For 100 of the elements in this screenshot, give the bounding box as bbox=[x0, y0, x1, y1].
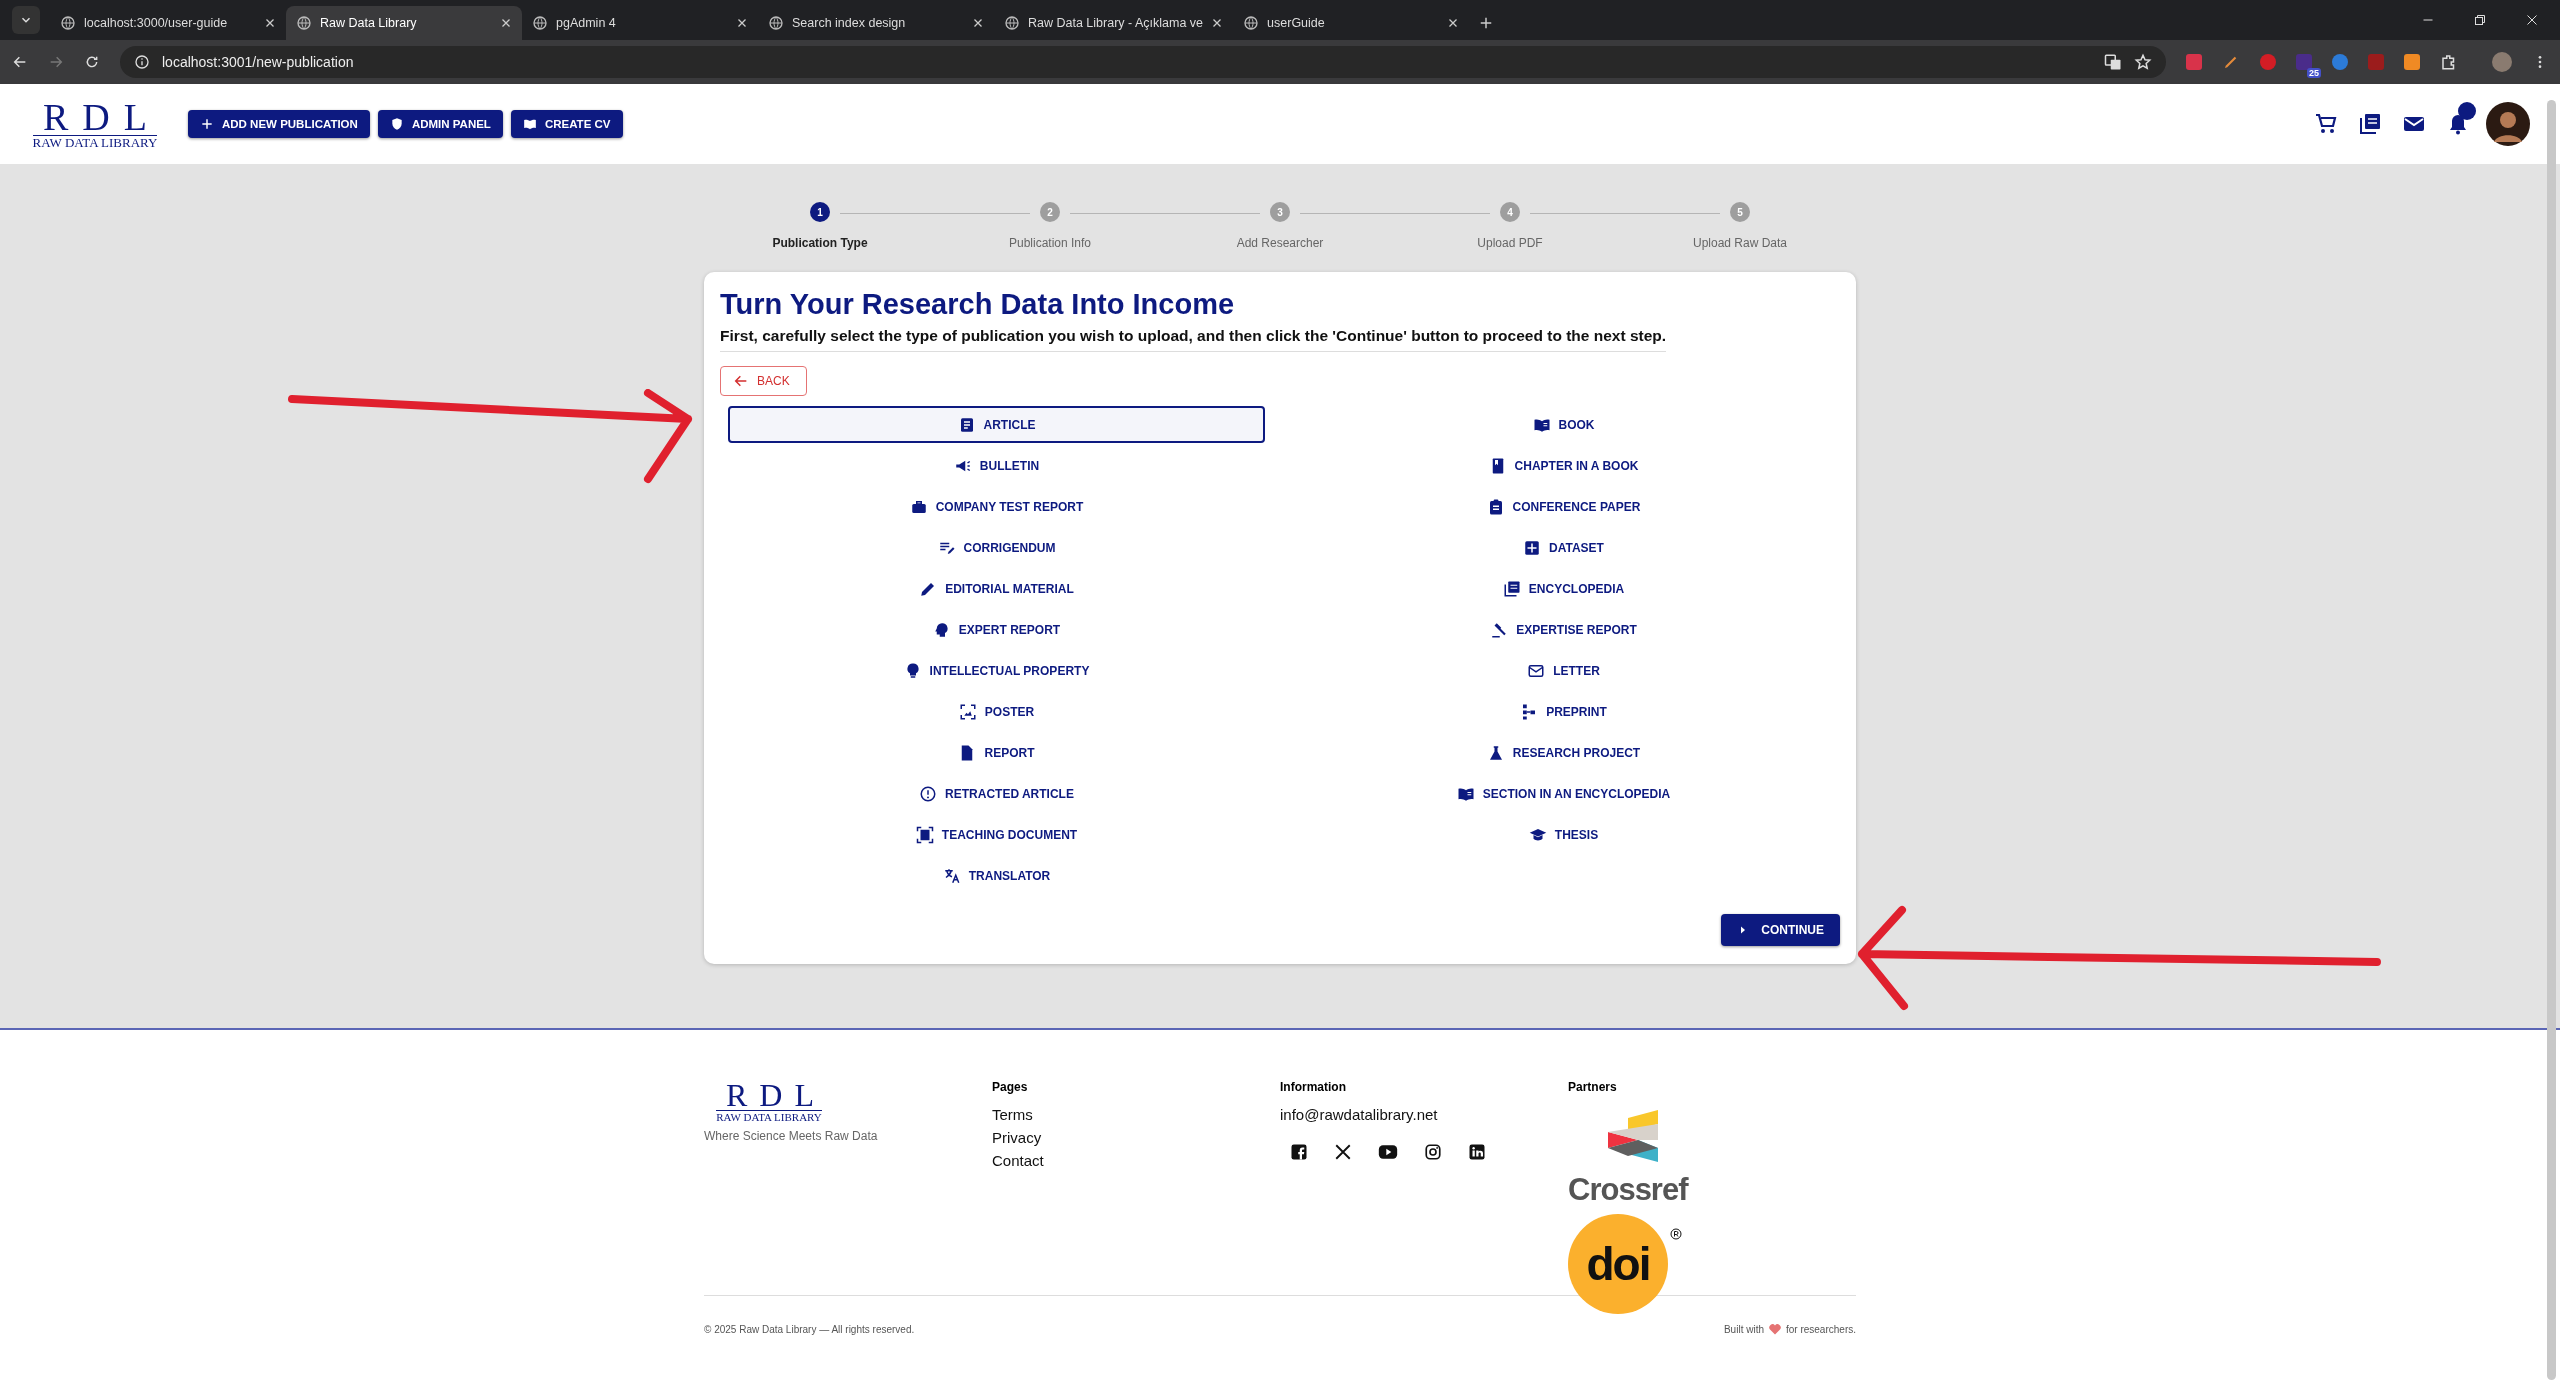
publication-type-option[interactable]: TRANSLATOR bbox=[728, 857, 1265, 894]
footer-link[interactable]: Terms bbox=[992, 1106, 1033, 1123]
step-number: 2 bbox=[1040, 202, 1060, 222]
close-icon[interactable] bbox=[500, 17, 512, 29]
play-button-icon[interactable] bbox=[1378, 1144, 1398, 1160]
scrollbar[interactable] bbox=[2547, 100, 2556, 1380]
profile-avatar[interactable] bbox=[2492, 52, 2512, 72]
publication-type-option[interactable]: EDITORIAL MATERIAL bbox=[728, 570, 1265, 607]
publication-type-option[interactable]: REPORT bbox=[728, 734, 1265, 771]
tab-list-button[interactable] bbox=[12, 6, 40, 34]
publication-type-option[interactable]: ENCYCLOPEDIA bbox=[1295, 570, 1832, 607]
site-logo[interactable]: RDL RAW DATA LIBRARY bbox=[20, 98, 170, 150]
open-book-icon bbox=[522, 117, 537, 131]
browser-tab[interactable]: Search index design bbox=[758, 6, 994, 40]
credit-text: for researchers. bbox=[1785, 1324, 1856, 1335]
reload-icon[interactable] bbox=[84, 54, 100, 70]
step-number: 4 bbox=[1500, 202, 1520, 222]
continue-button[interactable]: CONTINUE bbox=[1721, 914, 1840, 946]
close-icon[interactable] bbox=[264, 17, 276, 29]
publication-type-option[interactable]: BULLETIN bbox=[728, 447, 1265, 484]
nav-button[interactable]: ADMIN PANEL bbox=[377, 110, 503, 138]
star-icon[interactable] bbox=[2134, 53, 2152, 71]
footer-heading: Pages bbox=[992, 1080, 1028, 1094]
footer-heading: Partners bbox=[1568, 1080, 1617, 1094]
browser-tab[interactable]: localhost:3000/user-guide bbox=[50, 6, 286, 40]
step-label: Upload PDF bbox=[1477, 236, 1543, 250]
credit-text: Built with bbox=[1723, 1324, 1764, 1335]
nav-button[interactable]: ADD NEW PUBLICATION bbox=[188, 110, 370, 138]
publication-type-option[interactable]: COMPANY TEST REPORT bbox=[728, 488, 1265, 525]
email-link[interactable]: info@rawdatalibrary.net bbox=[1280, 1106, 1438, 1123]
globe-icon bbox=[1243, 15, 1260, 31]
step-number: 5 bbox=[1730, 202, 1750, 222]
cart-icon[interactable] bbox=[2314, 112, 2338, 136]
publication-type-option[interactable]: LETTER bbox=[1295, 652, 1832, 689]
publication-type-option[interactable]: RESEARCH PROJECT bbox=[1295, 734, 1832, 771]
publication-type-option[interactable]: POSTER bbox=[728, 693, 1265, 730]
back-button[interactable]: BACK bbox=[720, 366, 807, 396]
globe-icon bbox=[532, 15, 548, 31]
step-label: Publication Type bbox=[772, 236, 868, 250]
head-icon bbox=[932, 620, 951, 639]
publication-type-option[interactable]: TEACHING DOCUMENT bbox=[728, 816, 1265, 853]
globe-icon bbox=[768, 15, 784, 31]
address-bar[interactable]: localhost:3001/new-publication bbox=[120, 46, 2166, 78]
exclamation-circle-icon bbox=[919, 784, 938, 803]
copyright-text: © 2025 Raw Data Library — All rights reserved. bbox=[704, 1324, 915, 1335]
publication-type-option[interactable]: PREPRINT bbox=[1295, 693, 1832, 730]
restore-icon[interactable] bbox=[2474, 14, 2486, 26]
browser-tab[interactable]: pgAdmin 4 bbox=[522, 6, 758, 40]
browser-tab[interactable]: Raw Data Library - Açıklama ve bbox=[994, 6, 1234, 40]
frame-icon bbox=[958, 702, 977, 721]
publication-type-option[interactable]: DATASET bbox=[1295, 529, 1832, 566]
footer-link[interactable]: Privacy bbox=[992, 1129, 1042, 1146]
translate-icon[interactable] bbox=[2104, 53, 2122, 71]
linkedin-icon[interactable] bbox=[1468, 1143, 1486, 1161]
user-avatar[interactable] bbox=[2486, 102, 2530, 146]
back-arrow-icon bbox=[733, 373, 749, 389]
new-tab-icon[interactable] bbox=[1479, 16, 1494, 30]
close-icon[interactable] bbox=[2526, 14, 2538, 26]
publication-type-option[interactable]: CHAPTER IN A BOOK bbox=[1295, 447, 1832, 484]
forward-arrow-icon[interactable] bbox=[48, 54, 64, 70]
tagline: Where Science Meets Raw Data bbox=[704, 1129, 878, 1143]
publication-type-option[interactable]: RETRACTED ARTICLE bbox=[728, 775, 1265, 812]
browser-tab[interactable]: Raw Data Library bbox=[286, 6, 522, 40]
publication-type-option[interactable]: EXPERTISE REPORT bbox=[1295, 611, 1832, 648]
globe-icon bbox=[296, 15, 312, 31]
step-label: Publication Info bbox=[1008, 236, 1092, 250]
library-icon[interactable] bbox=[2358, 112, 2382, 136]
publication-type-option[interactable]: CONFERENCE PAPER bbox=[1295, 488, 1832, 525]
crossref-logo[interactable]: Crossref bbox=[1568, 1110, 1688, 1208]
publication-type-option[interactable]: CORRIGENDUM bbox=[728, 529, 1265, 566]
step-number: 1 bbox=[810, 202, 830, 222]
close-icon[interactable] bbox=[1211, 17, 1224, 29]
facebook-icon[interactable] bbox=[1290, 1143, 1308, 1161]
close-icon[interactable] bbox=[1447, 17, 1460, 29]
globe-icon bbox=[1004, 15, 1020, 31]
publication-type-option[interactable]: SECTION IN AN ENCYCLOPEDIA bbox=[1295, 775, 1832, 812]
footer-logo[interactable]: RDL RAW DATA LIBRARY bbox=[704, 1080, 834, 1123]
extension-icon[interactable] bbox=[2332, 54, 2348, 70]
framed-document-icon bbox=[915, 825, 934, 844]
stacked-pages-icon bbox=[1502, 579, 1521, 598]
publication-type-option[interactable]: BOOK bbox=[1295, 406, 1832, 443]
publication-type-option[interactable]: EXPERT REPORT bbox=[728, 611, 1265, 648]
heart-icon bbox=[1768, 1324, 1781, 1335]
publication-type-option[interactable]: THESIS bbox=[1295, 816, 1832, 853]
instructions-text: First, carefully select the type of publication you wish to upload, and then click the 'Continue' button to proceed to the next step. bbox=[720, 327, 1667, 352]
publication-type-option[interactable]: INTELLECTUAL PROPERTY bbox=[728, 652, 1265, 689]
close-icon[interactable] bbox=[736, 17, 748, 29]
back-arrow-icon[interactable] bbox=[12, 54, 28, 70]
footer-link[interactable]: Contact bbox=[992, 1152, 1044, 1169]
publication-type-option[interactable]: ARTICLE bbox=[728, 406, 1265, 443]
nav-button[interactable]: CREATE CV bbox=[510, 110, 623, 138]
step-label: Upload Raw Data bbox=[1692, 236, 1788, 250]
x-logo-icon[interactable] bbox=[1334, 1143, 1352, 1161]
browser-tab[interactable]: userGuide bbox=[1233, 6, 1470, 40]
extension-badge: 25 bbox=[2307, 68, 2321, 78]
translate-icon bbox=[942, 866, 961, 885]
globe-icon bbox=[60, 15, 76, 31]
close-icon[interactable] bbox=[972, 17, 984, 29]
footer-heading: Information bbox=[1280, 1080, 1346, 1094]
camera-icon[interactable] bbox=[1424, 1143, 1442, 1161]
